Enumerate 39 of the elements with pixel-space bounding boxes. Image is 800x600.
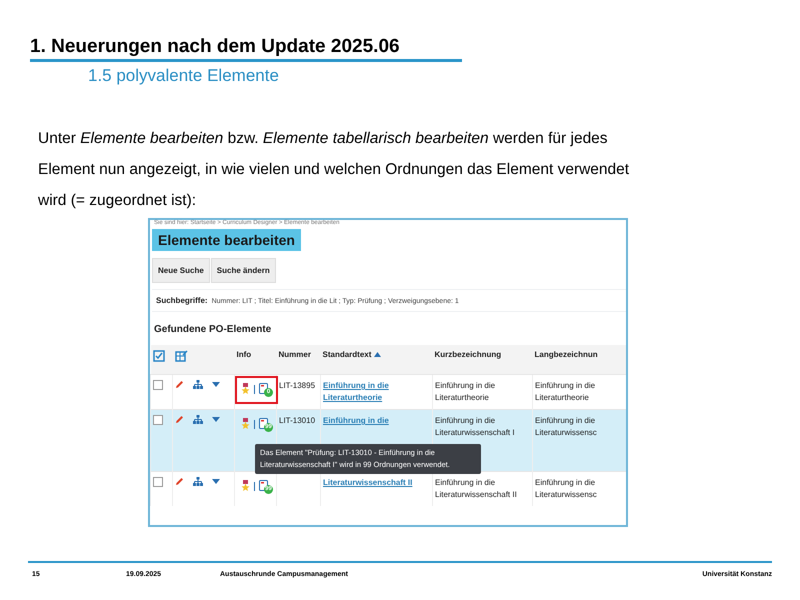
star-icon xyxy=(241,480,250,492)
table-cell: Einführung in die Literaturwissenschaft I xyxy=(435,416,515,437)
section-title: Gefundene PO-Elemente xyxy=(154,324,272,335)
element-link[interactable]: Einführung in die Literaturtheorie xyxy=(323,380,430,404)
pencil-icon[interactable] xyxy=(175,415,184,424)
pencil-icon[interactable] xyxy=(175,477,184,486)
table-cell: Einführung in die Literaturtheorie xyxy=(535,381,596,402)
search-button[interactable]: Suche ändern xyxy=(210,258,276,283)
element-link[interactable]: Literaturwissenschaft II xyxy=(323,477,412,489)
select-all-icon[interactable] xyxy=(152,350,164,362)
caret-icon[interactable] xyxy=(212,382,220,387)
search-terms-label: Suchbegriffe: xyxy=(156,296,208,305)
column-header[interactable]: Info xyxy=(236,350,252,359)
table-cell: Einführung in die Literaturwissensc xyxy=(535,478,597,499)
hierarchy-icon[interactable] xyxy=(193,477,203,486)
row-checkbox[interactable] xyxy=(153,380,163,390)
table-edit-icon[interactable] xyxy=(174,350,188,362)
caret-icon[interactable] xyxy=(212,417,220,422)
table-cell: Einführung in die Literaturwissensc xyxy=(535,416,597,437)
caret-icon[interactable] xyxy=(212,479,220,484)
search-button[interactable]: Neue Suche xyxy=(152,258,210,283)
slide-subtitle: 1.5 polyvalente Elemente xyxy=(88,66,280,86)
pencil-icon[interactable] xyxy=(175,380,184,389)
hierarchy-icon[interactable] xyxy=(193,380,203,389)
table-cell: Einführung in die Literaturtheorie xyxy=(435,381,496,402)
table-cell: LIT-13010 xyxy=(279,416,316,425)
column-header[interactable]: Standardtext xyxy=(322,350,372,359)
page-title: Elemente bearbeiten xyxy=(152,229,301,251)
row-checkbox[interactable] xyxy=(153,415,163,425)
star-icon xyxy=(241,418,250,430)
element-link[interactable]: Einführung in die xyxy=(323,415,389,427)
star-icon xyxy=(241,383,250,395)
hierarchy-icon[interactable] xyxy=(193,415,203,424)
row-checkbox[interactable] xyxy=(153,477,163,487)
table-cell: LIT-13895 xyxy=(279,381,316,390)
slide-paragraph: Unter Elemente bearbeiten bzw. Elemente tabellarisch bearbeiten werden für jedes Element nun angezeigt, in wie vielen und welchen Ordnungen das Element verwendet wird (= zugeordnet ist): xyxy=(38,129,630,211)
table-cell: Einführung in die Literaturwissenschaft II xyxy=(435,478,517,499)
slide-title: 1. Neuerungen nach dem Update 2025.06 xyxy=(30,36,462,62)
sort-up-icon xyxy=(374,352,381,357)
